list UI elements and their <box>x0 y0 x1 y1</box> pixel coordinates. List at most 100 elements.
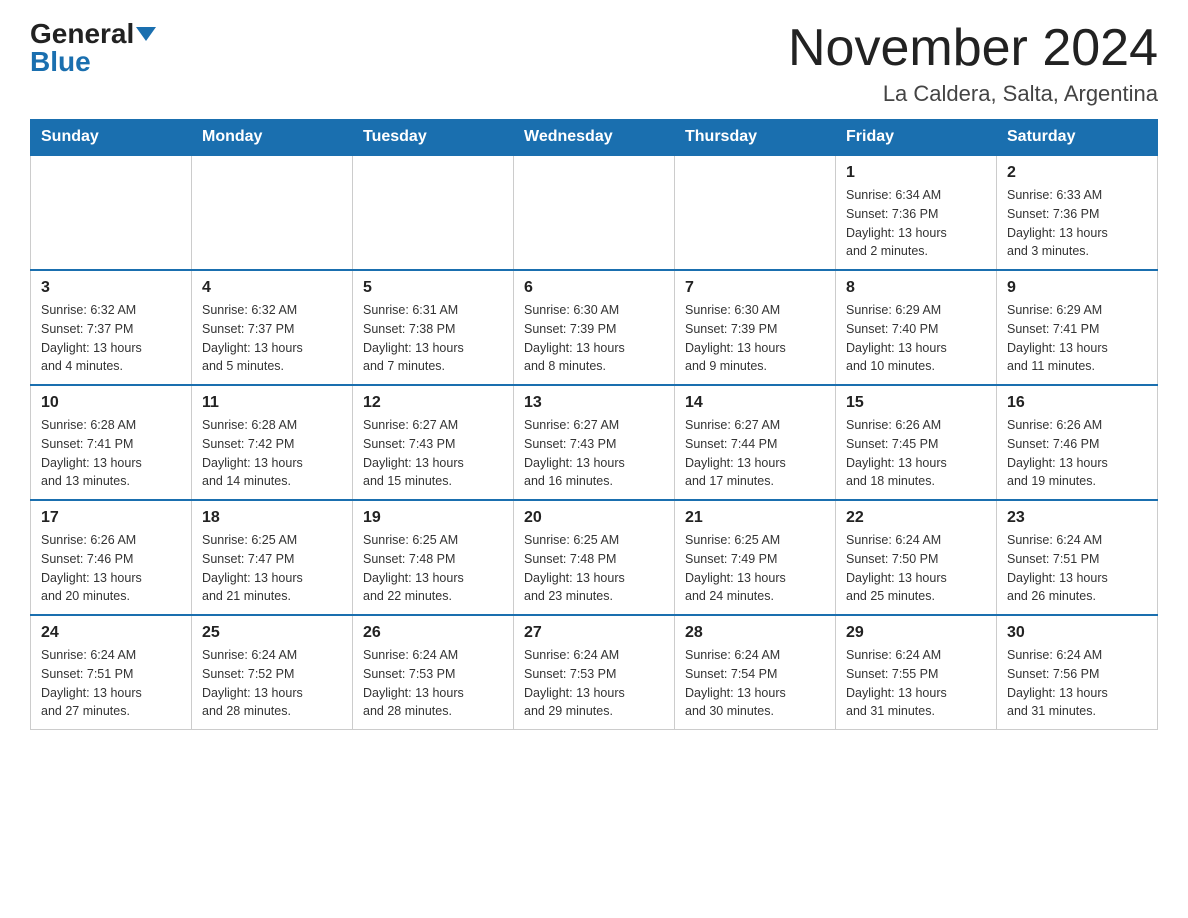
day-number: 12 <box>363 394 503 412</box>
calendar-cell: 12 Sunrise: 6:27 AM Sunset: 7:43 PM Dayli… <box>353 385 514 500</box>
calendar-cell: 17 Sunrise: 6:26 AM Sunset: 7:46 PM Dayli… <box>31 500 192 615</box>
day-info: Sunrise: 6:25 AM Sunset: 7:49 PM Dayligh… <box>685 531 825 606</box>
day-header-wednesday: Wednesday <box>514 120 675 156</box>
day-info: Sunrise: 6:26 AM Sunset: 7:46 PM Dayligh… <box>41 531 181 606</box>
calendar-cell: 20Sunrise: 6:25 AM Sunset: 7:48 PM Dayli… <box>514 500 675 615</box>
logo-blue-text: Blue <box>30 48 91 76</box>
day-number: 15 <box>846 394 986 412</box>
day-number: 2 <box>1007 164 1147 182</box>
calendar-cell: 7 Sunrise: 6:30 AM Sunset: 7:39 PM Daylig… <box>675 270 836 385</box>
calendar-cell: 13Sunrise: 6:27 AM Sunset: 7:43 PM Dayli… <box>514 385 675 500</box>
page-header: General Blue November 2024 La Caldera, S… <box>30 20 1158 107</box>
day-header-friday: Friday <box>836 120 997 156</box>
calendar-cell <box>353 155 514 270</box>
day-number: 20 <box>524 509 664 527</box>
calendar-cell: 3Sunrise: 6:32 AM Sunset: 7:37 PM Daylig… <box>31 270 192 385</box>
location-subtitle: La Caldera, Salta, Argentina <box>788 81 1158 107</box>
calendar-cell <box>192 155 353 270</box>
day-number: 26 <box>363 624 503 642</box>
day-info: Sunrise: 6:24 AM Sunset: 7:50 PM Dayligh… <box>846 531 986 606</box>
day-number: 29 <box>846 624 986 642</box>
day-info: Sunrise: 6:34 AM Sunset: 7:36 PM Dayligh… <box>846 186 986 261</box>
day-headers-row: SundayMondayTuesdayWednesdayThursdayFrid… <box>31 120 1158 156</box>
day-number: 24 <box>41 624 181 642</box>
logo-triangle-icon <box>136 27 156 41</box>
day-number: 19 <box>363 509 503 527</box>
day-number: 28 <box>685 624 825 642</box>
day-info: Sunrise: 6:25 AM Sunset: 7:48 PM Dayligh… <box>363 531 503 606</box>
calendar-cell <box>31 155 192 270</box>
calendar-cell: 6Sunrise: 6:30 AM Sunset: 7:39 PM Daylig… <box>514 270 675 385</box>
calendar-cell: 28Sunrise: 6:24 AM Sunset: 7:54 PM Dayli… <box>675 615 836 730</box>
week-row-5: 24 Sunrise: 6:24 AM Sunset: 7:51 PM Dayli… <box>31 615 1158 730</box>
calendar-cell <box>514 155 675 270</box>
day-number: 11 <box>202 394 342 412</box>
day-number: 27 <box>524 624 664 642</box>
day-info: Sunrise: 6:30 AM Sunset: 7:39 PM Dayligh… <box>685 301 825 376</box>
day-header-tuesday: Tuesday <box>353 120 514 156</box>
calendar-cell: 8 Sunrise: 6:29 AM Sunset: 7:40 PM Daylig… <box>836 270 997 385</box>
week-row-1: 1 Sunrise: 6:34 AM Sunset: 7:36 PM Daylig… <box>31 155 1158 270</box>
day-info: Sunrise: 6:24 AM Sunset: 7:52 PM Dayligh… <box>202 646 342 721</box>
calendar-cell: 19 Sunrise: 6:25 AM Sunset: 7:48 PM Dayli… <box>353 500 514 615</box>
title-block: November 2024 La Caldera, Salta, Argenti… <box>788 20 1158 107</box>
day-info: Sunrise: 6:25 AM Sunset: 7:47 PM Dayligh… <box>202 531 342 606</box>
day-info: Sunrise: 6:24 AM Sunset: 7:56 PM Dayligh… <box>1007 646 1147 721</box>
day-header-thursday: Thursday <box>675 120 836 156</box>
calendar-cell: 30 Sunrise: 6:24 AM Sunset: 7:56 PM Dayli… <box>997 615 1158 730</box>
day-number: 8 <box>846 279 986 297</box>
day-info: Sunrise: 6:24 AM Sunset: 7:55 PM Dayligh… <box>846 646 986 721</box>
calendar-cell: 18Sunrise: 6:25 AM Sunset: 7:47 PM Dayli… <box>192 500 353 615</box>
day-info: Sunrise: 6:24 AM Sunset: 7:53 PM Dayligh… <box>524 646 664 721</box>
day-info: Sunrise: 6:24 AM Sunset: 7:51 PM Dayligh… <box>41 646 181 721</box>
day-number: 7 <box>685 279 825 297</box>
logo: General Blue <box>30 20 156 76</box>
day-number: 25 <box>202 624 342 642</box>
day-number: 21 <box>685 509 825 527</box>
day-info: Sunrise: 6:29 AM Sunset: 7:41 PM Dayligh… <box>1007 301 1147 376</box>
calendar-cell: 14Sunrise: 6:27 AM Sunset: 7:44 PM Dayli… <box>675 385 836 500</box>
calendar-cell: 22 Sunrise: 6:24 AM Sunset: 7:50 PM Dayli… <box>836 500 997 615</box>
day-header-monday: Monday <box>192 120 353 156</box>
day-info: Sunrise: 6:33 AM Sunset: 7:36 PM Dayligh… <box>1007 186 1147 261</box>
calendar-cell: 1 Sunrise: 6:34 AM Sunset: 7:36 PM Daylig… <box>836 155 997 270</box>
logo-general-text: General <box>30 20 134 48</box>
day-header-sunday: Sunday <box>31 120 192 156</box>
month-year-title: November 2024 <box>788 20 1158 77</box>
calendar-cell: 9 Sunrise: 6:29 AM Sunset: 7:41 PM Daylig… <box>997 270 1158 385</box>
day-info: Sunrise: 6:29 AM Sunset: 7:40 PM Dayligh… <box>846 301 986 376</box>
day-info: Sunrise: 6:26 AM Sunset: 7:46 PM Dayligh… <box>1007 416 1147 491</box>
day-info: Sunrise: 6:28 AM Sunset: 7:41 PM Dayligh… <box>41 416 181 491</box>
calendar-cell: 2 Sunrise: 6:33 AM Sunset: 7:36 PM Daylig… <box>997 155 1158 270</box>
day-number: 10 <box>41 394 181 412</box>
day-number: 16 <box>1007 394 1147 412</box>
calendar-cell: 23Sunrise: 6:24 AM Sunset: 7:51 PM Dayli… <box>997 500 1158 615</box>
day-info: Sunrise: 6:27 AM Sunset: 7:44 PM Dayligh… <box>685 416 825 491</box>
day-info: Sunrise: 6:31 AM Sunset: 7:38 PM Dayligh… <box>363 301 503 376</box>
calendar-cell: 10 Sunrise: 6:28 AM Sunset: 7:41 PM Dayli… <box>31 385 192 500</box>
calendar-cell: 24 Sunrise: 6:24 AM Sunset: 7:51 PM Dayli… <box>31 615 192 730</box>
day-number: 4 <box>202 279 342 297</box>
day-number: 17 <box>41 509 181 527</box>
day-number: 1 <box>846 164 986 182</box>
week-row-4: 17 Sunrise: 6:26 AM Sunset: 7:46 PM Dayli… <box>31 500 1158 615</box>
day-info: Sunrise: 6:32 AM Sunset: 7:37 PM Dayligh… <box>202 301 342 376</box>
day-info: Sunrise: 6:27 AM Sunset: 7:43 PM Dayligh… <box>363 416 503 491</box>
calendar-cell: 29 Sunrise: 6:24 AM Sunset: 7:55 PM Dayli… <box>836 615 997 730</box>
calendar-cell: 16 Sunrise: 6:26 AM Sunset: 7:46 PM Dayli… <box>997 385 1158 500</box>
week-row-2: 3 Sunrise: 6:32 AM Sunset: 7:37 PM Daylig… <box>31 270 1158 385</box>
calendar-cell <box>675 155 836 270</box>
day-header-saturday: Saturday <box>997 120 1158 156</box>
day-number: 30 <box>1007 624 1147 642</box>
calendar-cell: 26 Sunrise: 6:24 AM Sunset: 7:53 PM Dayli… <box>353 615 514 730</box>
day-number: 22 <box>846 509 986 527</box>
day-number: 9 <box>1007 279 1147 297</box>
day-info: Sunrise: 6:30 AM Sunset: 7:39 PM Dayligh… <box>524 301 664 376</box>
day-info: Sunrise: 6:26 AM Sunset: 7:45 PM Dayligh… <box>846 416 986 491</box>
day-info: Sunrise: 6:24 AM Sunset: 7:53 PM Dayligh… <box>363 646 503 721</box>
calendar-table: SundayMondayTuesdayWednesdayThursdayFrid… <box>30 119 1158 730</box>
day-info: Sunrise: 6:27 AM Sunset: 7:43 PM Dayligh… <box>524 416 664 491</box>
day-number: 3 <box>41 279 181 297</box>
calendar-cell: 5Sunrise: 6:31 AM Sunset: 7:38 PM Daylig… <box>353 270 514 385</box>
calendar-cell: 21 Sunrise: 6:25 AM Sunset: 7:49 PM Dayli… <box>675 500 836 615</box>
